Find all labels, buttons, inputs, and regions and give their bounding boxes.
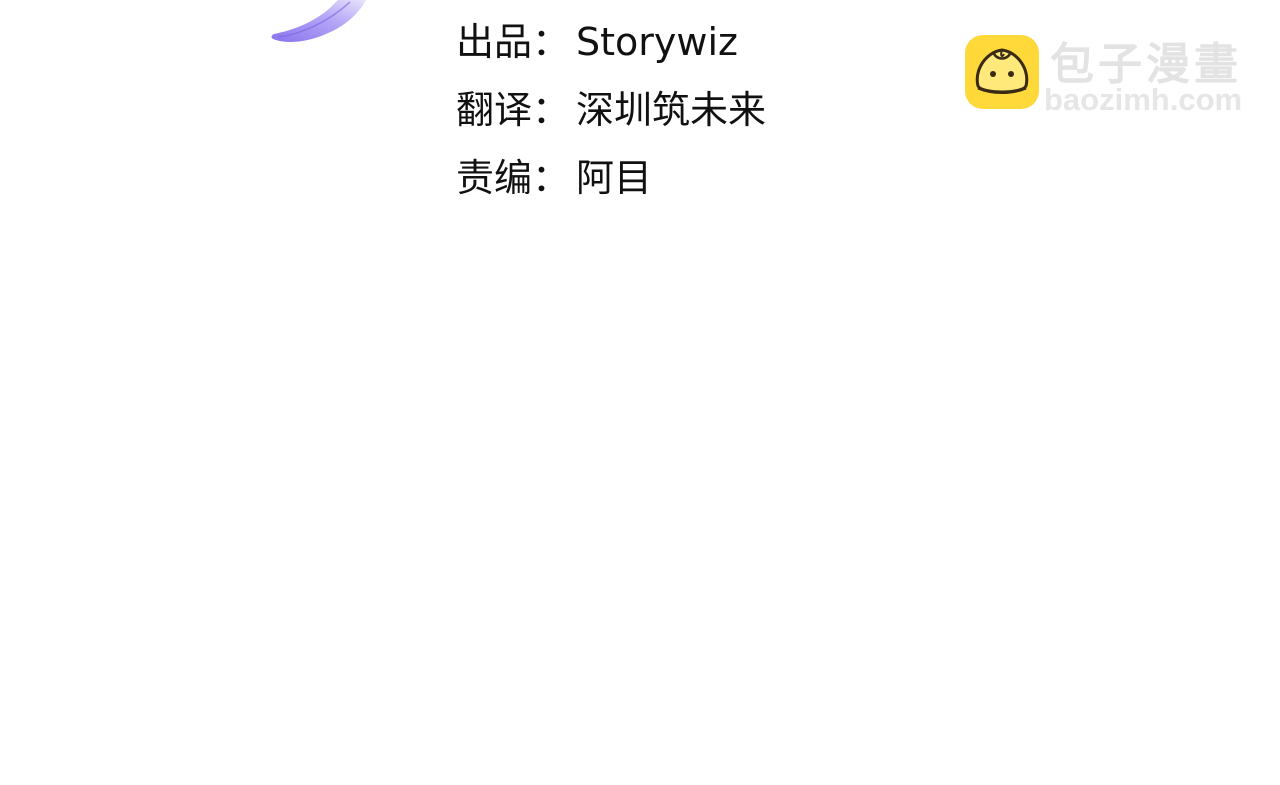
watermark-url: baozimh.com	[1044, 82, 1243, 117]
credit-label: 出品：	[456, 20, 571, 64]
credit-value: 阿目	[576, 156, 653, 200]
credit-value: Storywiz	[576, 20, 738, 64]
purple-feather-icon	[271, 0, 366, 42]
credit-label: 翻译：	[456, 88, 571, 132]
steamed-bun-icon	[965, 35, 1039, 109]
credit-producer: 出品： Storywiz	[456, 8, 766, 76]
watermark: 包子漫畫 baozimh.com	[964, 32, 1260, 118]
credit-editor: 责编： 阿目	[456, 144, 766, 212]
credits-block: 出品： Storywiz 翻译： 深圳筑未来 责编： 阿目	[456, 8, 766, 212]
credit-value: 深圳筑未来	[576, 88, 767, 132]
credit-label: 责编：	[456, 156, 571, 200]
credit-translator: 翻译： 深圳筑未来	[456, 76, 766, 144]
